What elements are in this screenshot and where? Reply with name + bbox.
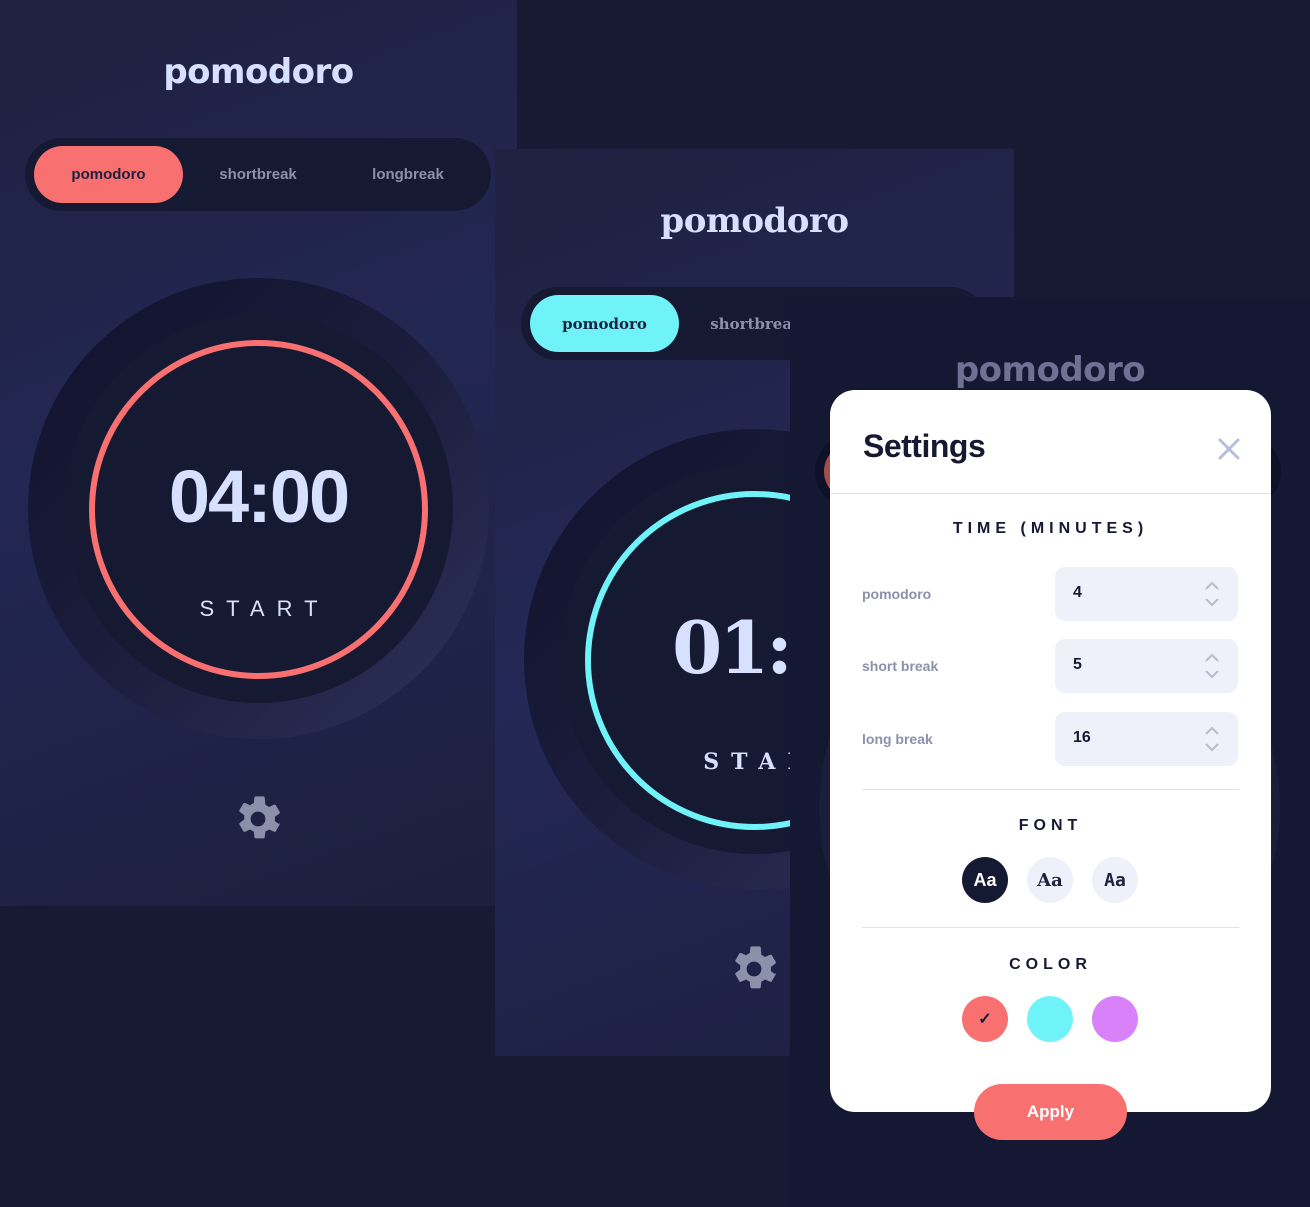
long-break-value: 16 [1073,729,1091,746]
font-option-sans[interactable]: Aa [962,857,1008,903]
gear-icon[interactable] [235,796,281,842]
color-option-cyan[interactable] [1027,996,1073,1042]
mode-tabs: pomodoro shortbreak longbreak [25,138,491,211]
settings-header: Settings [830,390,1271,494]
tab-pomodoro[interactable]: pomodoro [530,295,679,352]
color-option-coral[interactable]: ✓ [962,996,1008,1042]
app-title: pomodoro [660,201,849,241]
short-break-value: 5 [1073,656,1082,673]
start-button[interactable]: START [64,596,453,622]
divider [862,789,1239,790]
long-break-label: long break [862,731,933,747]
stepper-arrows-icon[interactable] [1204,581,1220,607]
app-title: pomodoro [954,350,1146,390]
divider [862,927,1239,928]
gear-icon[interactable] [731,946,777,992]
settings-title: Settings [863,428,986,464]
stepper-arrows-icon[interactable] [1204,726,1220,752]
font-option-mono[interactable]: Aa [1092,857,1138,903]
color-option-purple[interactable] [1092,996,1138,1042]
pomodoro-label: pomodoro [862,586,932,602]
tab-longbreak[interactable]: longbreak [333,146,483,203]
short-break-label: short break [862,658,939,674]
app-title: pomodoro [163,52,354,92]
long-break-input[interactable]: 16 [1055,712,1238,766]
apply-button[interactable]: Apply [974,1084,1127,1140]
short-break-input[interactable]: 5 [1055,639,1238,693]
tab-pomodoro[interactable]: pomodoro [34,146,183,203]
font-section-label: FONT [1018,817,1083,834]
font-option-serif[interactable]: Aa [1027,857,1073,903]
settings-modal: Settings TIME (MINUTES) pomodoro 4 short… [830,390,1271,1112]
close-icon[interactable] [1216,436,1242,462]
timer-dial: 04:00 START [28,278,489,739]
timer-dial-inner[interactable]: 04:00 START [64,314,453,703]
color-section-label: COLOR [1009,956,1092,973]
stepper-arrows-icon[interactable] [1204,653,1220,679]
tab-shortbreak[interactable]: shortbreak [183,146,333,203]
pomodoro-input[interactable]: 4 [1055,567,1238,621]
check-icon: ✓ [978,1011,992,1028]
pomodoro-value: 4 [1073,584,1082,601]
time-section-label: TIME (MINUTES) [952,520,1149,537]
timer-display: 04:00 [168,455,350,538]
timer-screen-coral: pomodoro pomodoro shortbreak longbreak 0… [0,0,517,906]
